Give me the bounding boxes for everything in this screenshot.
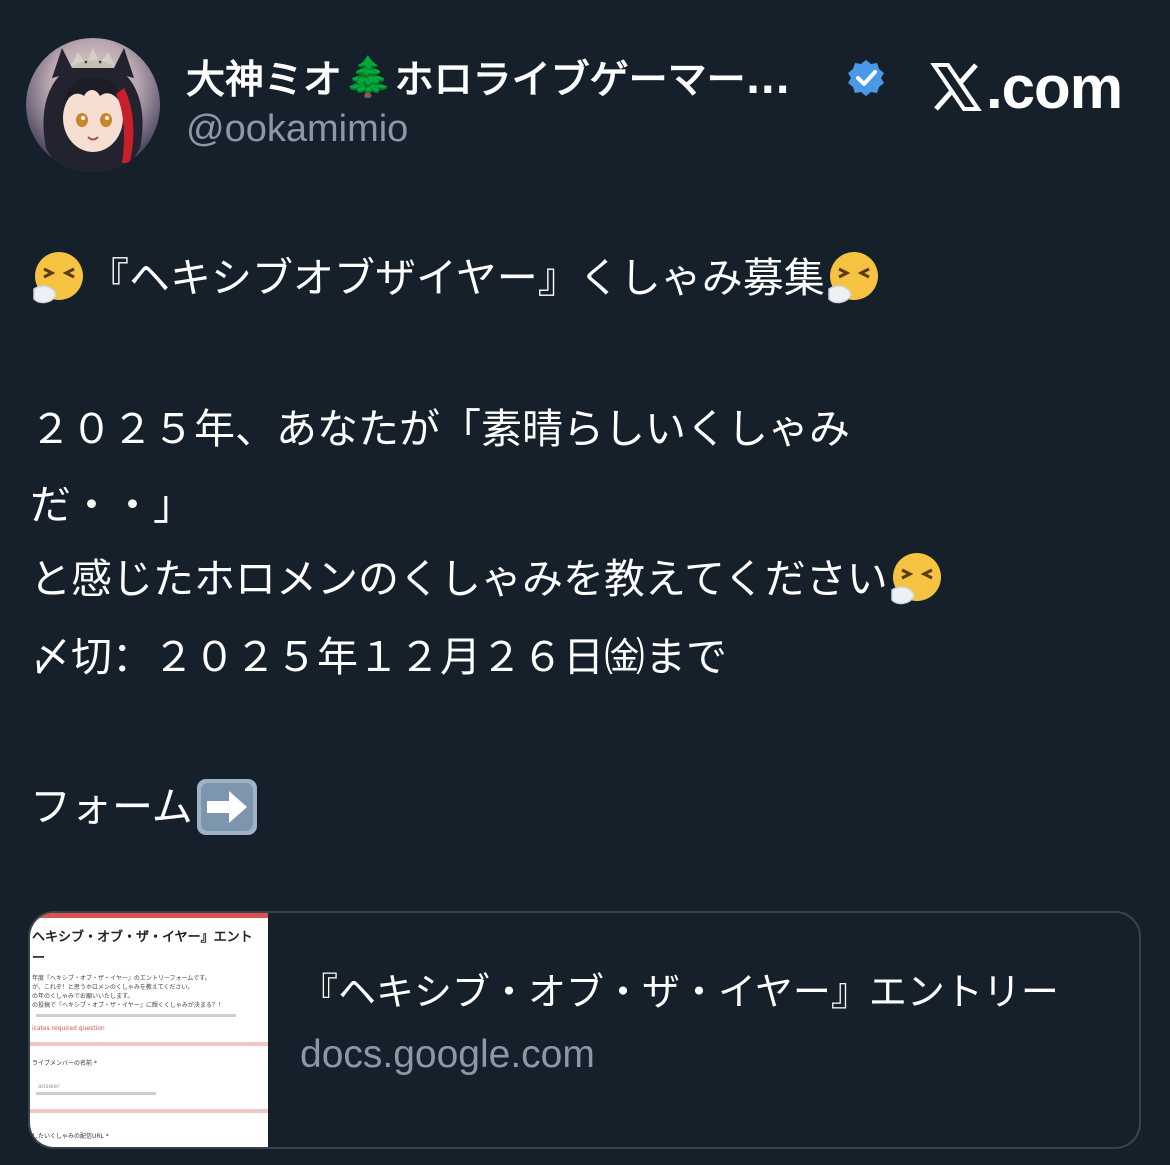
site-domain-label: .com	[986, 53, 1123, 121]
sneezing-face-icon	[890, 553, 941, 605]
thumbnail-input-line	[36, 1092, 156, 1095]
form-label: フォーム	[30, 783, 193, 831]
post-body-line-3-text: と感じたホロメンのくしゃみを教えてください	[30, 555, 888, 603]
post-body-line-5: フォーム	[30, 779, 259, 835]
user-avatar-icon[interactable]	[26, 38, 160, 172]
evergreen-tree-icon: 🌲	[344, 55, 393, 100]
link-preview-thumbnail: ヘキシブ・オブ・ザ・イヤー』エント ー 年度『ヘキシブ・オブ・ザ・イヤー』のエン…	[30, 913, 268, 1147]
thumbnail-title-2: ー	[32, 951, 46, 966]
thumbnail-intro-1: 年度『ヘキシブ・オブ・ザ・イヤー』のエントリーフォームです。	[32, 975, 211, 982]
sneezing-face-icon	[33, 252, 83, 304]
verified-badge-icon	[848, 60, 884, 96]
thumbnail-section-bar-2	[30, 1109, 268, 1113]
link-preview-title: 『ヘキシブ・オブ・ザ・イヤー』エントリー	[300, 970, 1059, 1014]
post-title-line: 『ヘキシブオブザイヤー』くしゃみ募集	[30, 250, 883, 306]
post-title-text: 『ヘキシブオブザイヤー』くしゃみ募集	[88, 254, 825, 302]
site-logo: .com	[930, 53, 1123, 121]
right-arrow-icon	[196, 779, 257, 835]
thumbnail-placeholder: answer	[38, 1083, 60, 1090]
user-handle[interactable]: @ookamimio	[186, 108, 408, 151]
x-logo-icon	[930, 63, 982, 111]
post-body-line-4: 〆切：２０２５年１２月２６日㈮まで	[30, 633, 727, 681]
post-body-line-1: ２０２５年、あなたが「素晴らしいくしゃみ	[30, 405, 850, 453]
thumbnail-section-bar	[30, 1042, 268, 1046]
thumbnail-field-1: ライブメンバーの名前 *	[32, 1060, 97, 1067]
thumbnail-title: ヘキシブ・オブ・ザ・イヤー』エント	[32, 930, 253, 945]
thumbnail-divider	[36, 1014, 236, 1017]
link-preview-card[interactable]: ヘキシブ・オブ・ザ・イヤー』エント ー 年度『ヘキシブ・オブ・ザ・イヤー』のエン…	[28, 911, 1141, 1149]
sneezing-face-icon	[828, 252, 878, 304]
thumbnail-intro-4: の投稿で『ヘキシブ・オブ・ザ・イヤー』に輝くくしゃみが決まる？！	[32, 1002, 224, 1009]
thumbnail-intro-3: の年のくしゃみでお願いいたします。	[32, 993, 134, 1000]
thumbnail-field-2: したいくしゃみの配信URL *	[32, 1133, 109, 1140]
post-body-line-3: と感じたホロメンのくしゃみを教えてください	[30, 551, 946, 607]
display-name[interactable]: 大神ミオ 🌲 ホロライブゲーマー...	[186, 52, 836, 102]
link-preview-domain: docs.google.com	[300, 1033, 595, 1076]
thumbnail-intro: 年度『ヘキシブ・オブ・ザ・イヤー』のエントリーフォームです。 が、これぞ！と思う…	[30, 966, 268, 1010]
display-name-suffix: ホロライブゲーマー...	[394, 58, 791, 102]
thumbnail-intro-2: が、これぞ！と思うホロメンのくしゃみを教えてください。	[32, 984, 194, 991]
thumbnail-required-note: icates required question	[32, 1025, 105, 1032]
post-body-line-2: だ・・」	[30, 481, 194, 529]
link-preview-text: 『ヘキシブ・オブ・ザ・イヤー』エントリー docs.google.com	[300, 965, 1059, 1077]
display-name-prefix: 大神ミオ	[186, 58, 343, 102]
